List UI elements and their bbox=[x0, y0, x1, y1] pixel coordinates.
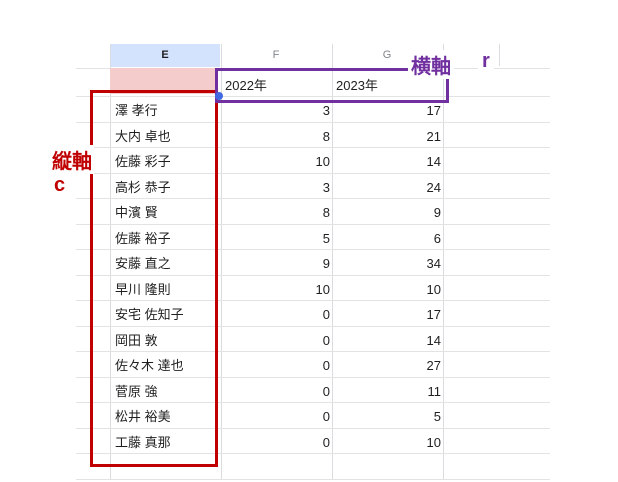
value-2023-cell[interactable]: 14 bbox=[333, 149, 441, 174]
value-2022-cell[interactable]: 10 bbox=[222, 149, 330, 174]
column-header-e[interactable]: E bbox=[110, 44, 220, 67]
value-2023-cell[interactable]: 14 bbox=[333, 328, 441, 353]
vertical-axis-variable: c bbox=[52, 174, 68, 197]
value-2023-cell[interactable]: 5 bbox=[333, 404, 441, 429]
horizontal-axis-label: 横軸 bbox=[408, 50, 454, 79]
value-2023-cell[interactable]: 17 bbox=[333, 302, 441, 327]
value-2023-cell[interactable]: 27 bbox=[333, 353, 441, 378]
value-2022-cell[interactable]: 0 bbox=[222, 353, 330, 378]
value-2023-cell[interactable]: 6 bbox=[333, 226, 441, 251]
grid-hline bbox=[76, 479, 550, 480]
value-2022-cell[interactable]: 8 bbox=[222, 200, 330, 225]
value-2022-cell[interactable]: 3 bbox=[222, 175, 330, 200]
column-header-g-label: G bbox=[382, 49, 392, 61]
value-2022-cell[interactable]: 8 bbox=[222, 124, 330, 149]
column-header-f[interactable]: F bbox=[221, 44, 331, 67]
spreadsheet-screenshot: E F G 2022年 2023年 澤 孝行 3 17 大内 卓也 8 21 佐藤 彩子 10… bbox=[0, 0, 618, 482]
vertical-axis-label: 縦軸 bbox=[50, 145, 94, 174]
value-2022-cell[interactable]: 10 bbox=[222, 277, 330, 302]
column-header-e-label: E bbox=[161, 49, 169, 61]
grid-vline bbox=[499, 44, 500, 66]
value-2022-cell[interactable]: 9 bbox=[222, 251, 330, 276]
value-2022-cell[interactable]: 0 bbox=[222, 430, 330, 455]
value-2023-cell[interactable]: 34 bbox=[333, 251, 441, 276]
grid-vline bbox=[443, 44, 444, 480]
value-2022-cell[interactable]: 0 bbox=[222, 379, 330, 404]
vertical-axis-highlight-box bbox=[90, 90, 218, 467]
value-2022-cell[interactable]: 5 bbox=[222, 226, 330, 251]
value-2023-cell[interactable]: 24 bbox=[333, 175, 441, 200]
value-2023-cell[interactable]: 10 bbox=[333, 430, 441, 455]
value-2023-cell[interactable]: 10 bbox=[333, 277, 441, 302]
horizontal-axis-variable: r bbox=[478, 50, 494, 73]
value-2022-cell[interactable]: 0 bbox=[222, 404, 330, 429]
column-header-f-label: F bbox=[272, 49, 280, 61]
selection-handle[interactable] bbox=[215, 92, 223, 100]
value-2022-cell[interactable]: 0 bbox=[222, 302, 330, 327]
value-2023-cell[interactable]: 21 bbox=[333, 124, 441, 149]
value-2022-cell[interactable]: 0 bbox=[222, 328, 330, 353]
value-2023-cell[interactable]: 9 bbox=[333, 200, 441, 225]
value-2023-cell[interactable]: 11 bbox=[333, 379, 442, 404]
